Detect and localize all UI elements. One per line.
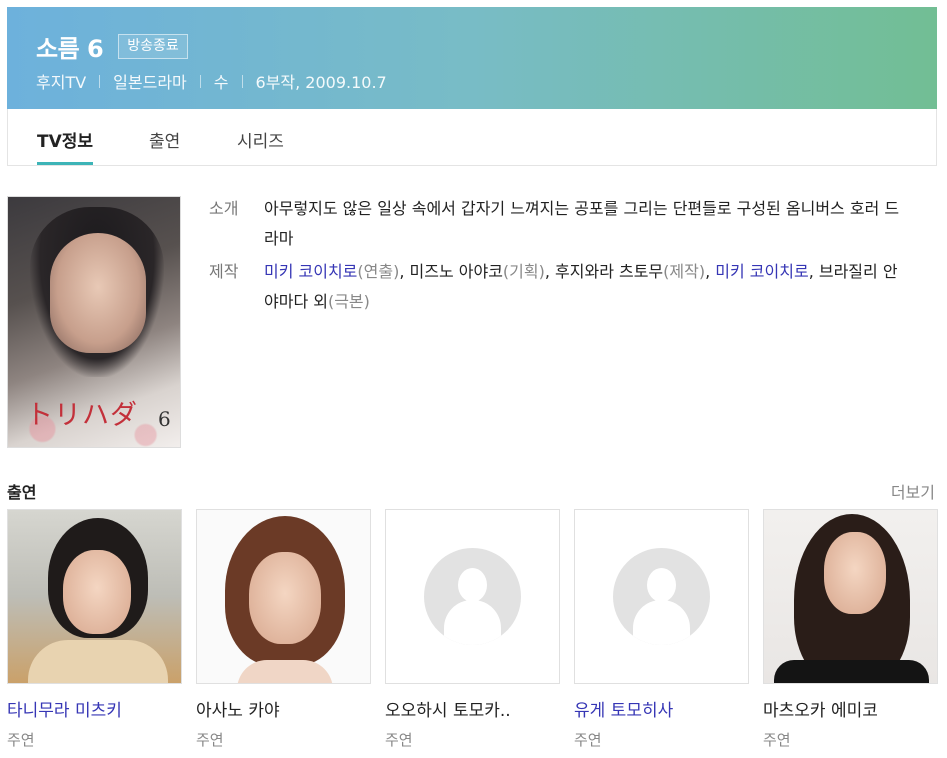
production-role-planner: (기획)	[502, 262, 545, 281]
cast-card[interactable]: 아사노 카야 주연	[196, 509, 371, 750]
ph-body	[633, 600, 690, 645]
cast-name[interactable]: 아사노 카야	[196, 696, 371, 721]
drama-poster[interactable]: トリハダ 6	[7, 196, 181, 448]
production-role-director: (연출)	[357, 262, 400, 281]
cast-header: 출연 더보기	[7, 477, 937, 503]
drama-meta: 후지TV 일본드라마 수 6부작, 2009.10.7	[36, 69, 387, 93]
poster-face	[50, 233, 146, 353]
drama-header: 소름 6 방송종료 후지TV 일본드라마 수 6부작, 2009.10.7	[7, 7, 937, 109]
cast-card[interactable]: 유게 토모히사 주연	[574, 509, 749, 750]
drama-title: 소름 6	[36, 35, 104, 63]
meta-episodes-date: 6부작, 2009.10.7	[255, 73, 387, 92]
intro-row: 소개 아무렇지도 않은 일상 속에서 갑자기 느껴지는 공포를 그리는 단편들로…	[209, 194, 909, 254]
photo-face	[824, 532, 886, 614]
meta-genre[interactable]: 일본드라마	[113, 69, 187, 93]
cast-name[interactable]: 오오하시 토모카..	[385, 696, 560, 721]
cast-name[interactable]: 타니무라 미츠키	[7, 696, 182, 721]
tab-tv-info[interactable]: TV정보	[37, 127, 94, 165]
cast-photo-placeholder[interactable]	[574, 509, 749, 684]
cast-more-link[interactable]: 더보기	[891, 479, 935, 503]
meta-divider	[199, 74, 201, 88]
broadcast-status-badge: 방송종료	[118, 34, 188, 59]
tab-series[interactable]: 시리즈	[237, 127, 284, 165]
production-row: 제작 미키 코이치로(연출), 미즈노 아야코(기획), 후지와라 츠토무(제작…	[209, 257, 909, 317]
meta-divider	[99, 74, 101, 88]
person-placeholder-icon	[424, 548, 521, 645]
poster-title-text: トリハダ	[26, 400, 138, 431]
cast-name[interactable]: 유게 토모히사	[574, 696, 749, 721]
cast-role: 주연	[385, 731, 413, 749]
meta-divider	[241, 74, 243, 88]
tab-bar: TV정보 출연 시리즈	[7, 109, 937, 166]
cast-card[interactable]: 마츠오카 에미코 주연	[763, 509, 938, 750]
cast-role: 주연	[196, 731, 224, 749]
cast-name[interactable]: 마츠오카 에미코	[763, 696, 938, 721]
photo-neck	[237, 660, 333, 683]
cast-role: 주연	[7, 731, 35, 749]
production-text: 미키 코이치로(연출), 미즈노 아야코(기획), 후지와라 츠토무(제작), …	[264, 262, 898, 311]
production-producer: 후지와라 츠토무	[555, 262, 664, 281]
photo-shoulders	[28, 640, 168, 683]
production-role-producer: (제작)	[663, 262, 706, 281]
poster-number-text: 6	[158, 407, 171, 431]
production-link-writer[interactable]: 미키 코이치로	[715, 262, 808, 281]
meta-airday: 수	[213, 73, 229, 92]
meta-broadcaster[interactable]: 후지TV	[36, 69, 86, 93]
person-placeholder-icon	[613, 548, 710, 645]
tab-cast[interactable]: 출연	[149, 127, 180, 165]
production-link-director[interactable]: 미키 코이치로	[264, 262, 357, 281]
title-row: 소름 6 방송종료	[36, 29, 188, 64]
photo-top	[774, 660, 929, 683]
cast-section-title: 출연	[7, 483, 37, 502]
production-label: 제작	[209, 262, 239, 281]
intro-label: 소개	[209, 199, 239, 218]
production-planner: 미즈노 아야코	[409, 262, 503, 281]
cast-role: 주연	[763, 731, 791, 749]
intro-text: 아무렇지도 않은 일상 속에서 갑자기 느껴지는 공포를 그리는 단편들로 구성…	[264, 199, 900, 248]
photo-face	[63, 550, 131, 634]
photo-face	[249, 552, 321, 644]
ph-body	[444, 600, 501, 645]
production-role-writer: (극본)	[327, 292, 370, 311]
cast-photo[interactable]	[196, 509, 371, 684]
cast-card[interactable]: 타니무라 미츠키 주연	[7, 509, 182, 750]
cast-role: 주연	[574, 731, 602, 749]
ph-head	[647, 568, 676, 602]
cast-photo-placeholder[interactable]	[385, 509, 560, 684]
cast-card[interactable]: 오오하시 토모카.. 주연	[385, 509, 560, 750]
cast-photo[interactable]	[7, 509, 182, 684]
cast-photo[interactable]	[763, 509, 938, 684]
ph-head	[458, 568, 487, 602]
info-section: 소개 아무렇지도 않은 일상 속에서 갑자기 느껴지는 공포를 그리는 단편들로…	[209, 194, 909, 320]
